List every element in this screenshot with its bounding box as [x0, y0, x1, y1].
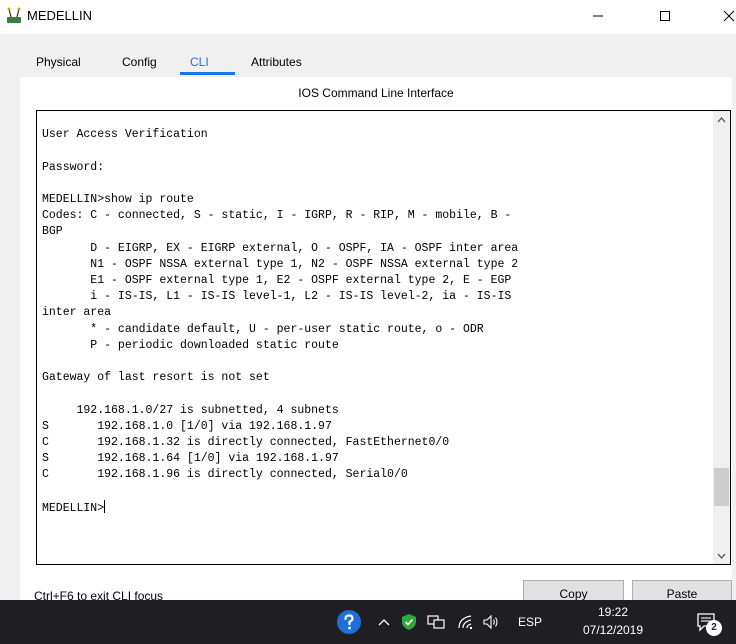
- terminal-line: BGP: [42, 225, 63, 239]
- window-title: MEDELLIN: [27, 8, 93, 23]
- notification-icon[interactable]: 2: [692, 600, 722, 644]
- maximize-button[interactable]: [642, 0, 688, 32]
- scroll-up-icon[interactable]: [713, 111, 730, 128]
- network-icon[interactable]: [425, 600, 447, 644]
- terminal-line: User Access Verification: [42, 128, 208, 142]
- close-button[interactable]: [706, 0, 736, 32]
- terminal-line: N1 - OSPF NSSA external type 1, N2 - OSP…: [90, 257, 519, 271]
- volume-icon[interactable]: [480, 600, 502, 644]
- terminal-line: * - candidate default, U - per-user stat…: [90, 322, 484, 336]
- active-tab-indicator: [180, 72, 235, 75]
- wifi-icon[interactable]: [455, 600, 477, 644]
- terminal-line: MEDELLIN>show ip route: [42, 193, 194, 207]
- pane-title: IOS Command Line Interface: [298, 86, 454, 100]
- vertical-scrollbar[interactable]: [713, 111, 730, 564]
- window-body: Physical Config CLI Attributes IOS Comma…: [0, 34, 736, 620]
- tab-attributes[interactable]: Attributes: [251, 52, 302, 72]
- scroll-down-icon[interactable]: [713, 547, 730, 564]
- minimize-button[interactable]: [575, 0, 621, 32]
- scroll-thumb[interactable]: [714, 468, 729, 506]
- chevron-up-icon[interactable]: [377, 600, 391, 644]
- terminal-line: E1 - OSPF external type 1, E2 - OSPF ext…: [90, 274, 512, 288]
- taskbar: ESP 19:22 07/12/2019 2: [0, 600, 736, 644]
- terminal-line: C 192.168.1.32 is directly connected, Fa…: [42, 436, 450, 450]
- tab-cli[interactable]: CLI: [190, 52, 209, 72]
- terminal-line: Gateway of last resort is not set: [42, 371, 270, 385]
- tab-physical[interactable]: Physical: [36, 52, 81, 72]
- taskbar-clock[interactable]: 19:22 07/12/2019: [558, 603, 668, 639]
- terminal-line: 192.168.1.0/27 is subnetted, 4 subnets: [76, 403, 339, 417]
- terminal-line: i - IS-IS, L1 - IS-IS level-1, L2 - IS-I…: [90, 290, 512, 304]
- terminal-output[interactable]: User Access Verification Password: MEDEL…: [42, 111, 702, 517]
- input-language[interactable]: ESP: [514, 600, 546, 644]
- help-icon[interactable]: [334, 600, 364, 644]
- notification-badge: 2: [706, 620, 722, 636]
- shield-check-icon[interactable]: [399, 600, 419, 644]
- clock-date: 07/12/2019: [582, 623, 644, 637]
- terminal-line: Codes: C - connected, S - static, I - IG…: [42, 209, 512, 223]
- terminal-line: Password:: [42, 160, 105, 174]
- tab-config[interactable]: Config: [122, 52, 157, 72]
- terminal-line: S 192.168.1.64 [1/0] via 192.168.1.97: [42, 452, 339, 466]
- terminal-line: D - EIGRP, EX - EIGRP external, O - OSPF…: [90, 241, 519, 255]
- title-bar: MEDELLIN: [0, 0, 736, 34]
- terminal-lines: User Access Verification Password: MEDEL…: [42, 128, 518, 481]
- clock-time: 19:22: [597, 605, 629, 619]
- terminal-line: inter area: [42, 306, 112, 320]
- router-icon: [5, 7, 23, 25]
- terminal-line: C 192.168.1.96 is directly connected, Se…: [42, 468, 408, 482]
- terminal-prompt: MEDELLIN>: [42, 501, 105, 515]
- text-cursor: [104, 499, 106, 513]
- cli-terminal[interactable]: User Access Verification Password: MEDEL…: [36, 110, 731, 565]
- terminal-line: P - periodic downloaded static route: [90, 338, 339, 352]
- cli-panel: IOS Command Line Interface User Access V…: [20, 77, 732, 620]
- terminal-line: S 192.168.1.0 [1/0] via 192.168.1.97: [42, 419, 332, 433]
